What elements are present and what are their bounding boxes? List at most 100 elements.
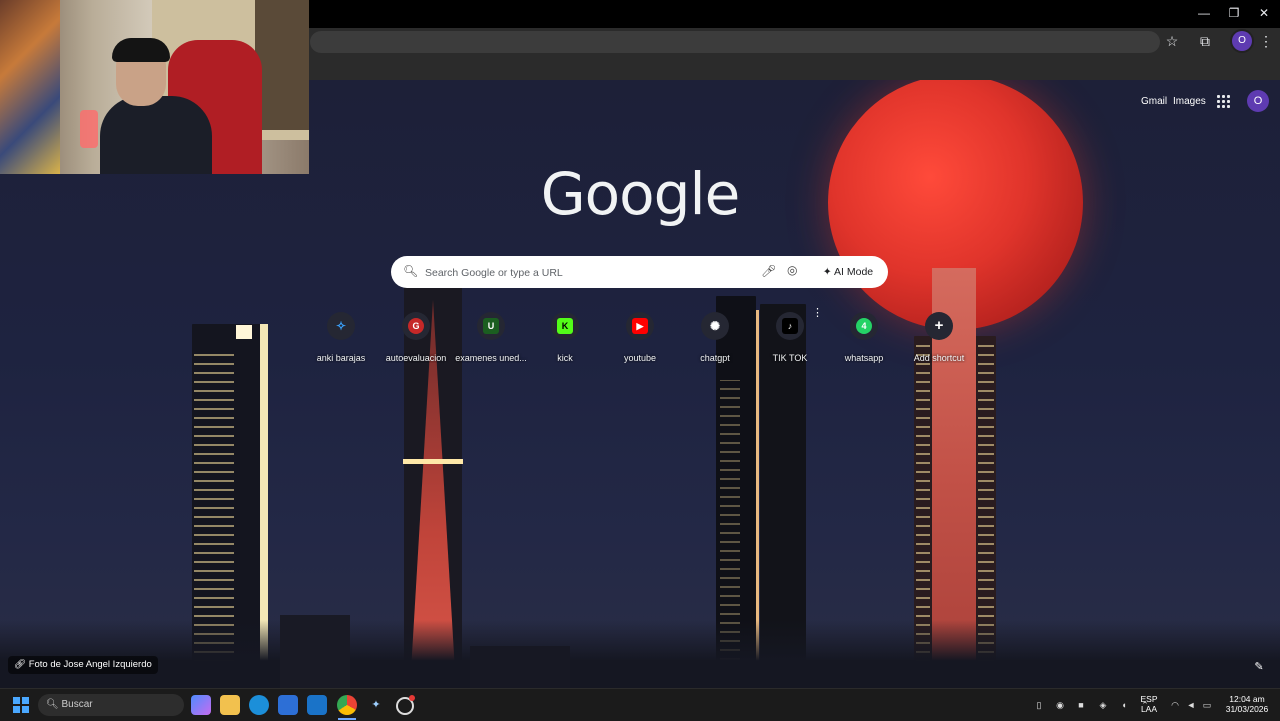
windows-start-icon[interactable]	[13, 697, 29, 713]
link-icon: 🔗︎	[14, 659, 29, 670]
shortcut-label: examenes uned...	[455, 353, 527, 363]
shortcut-icon-circle: ▶	[626, 312, 654, 340]
shortcut-label: anki barajas	[316, 353, 366, 363]
shortcut-icon-circle: ✺	[701, 312, 729, 340]
taskbar-search-label: Buscar	[61, 699, 93, 710]
notification-badge	[409, 695, 415, 701]
nvidia-icon[interactable]: ■	[1074, 698, 1088, 712]
shortcut-tile[interactable]: + Add shortcut	[902, 309, 976, 373]
taskbar-search[interactable]: 🔍︎ Buscar	[38, 694, 184, 716]
uned-icon: U	[483, 318, 499, 334]
clock-date: 31/03/2026	[1225, 704, 1269, 714]
search-icon: 🔍︎	[46, 699, 59, 710]
extensions-icon[interactable]: ⧉	[1194, 30, 1216, 52]
search-input[interactable]	[423, 263, 747, 283]
sparkle-app-icon[interactable]: ✦	[366, 695, 386, 715]
apps-grid-icon[interactable]	[1217, 95, 1231, 109]
language-indicator[interactable]: ESP LAA	[1136, 694, 1162, 714]
address-bar[interactable]	[310, 31, 1160, 53]
store-icon[interactable]	[278, 695, 298, 715]
kebab-menu-icon[interactable]: ⋮	[1255, 30, 1277, 52]
shortcut-icon-circle: ✧	[327, 312, 355, 340]
edge-icon[interactable]	[249, 695, 269, 715]
photo-credit-link[interactable]: 🔗︎ Foto de Jose Angel Izquierdo	[8, 656, 158, 674]
add-icon: +	[934, 317, 944, 334]
search-icon: 🔍︎	[403, 264, 419, 278]
shortcut-icon-circle: K	[551, 312, 579, 340]
webcam-overlay	[0, 0, 309, 174]
shortcut-label: whatsapp	[844, 353, 884, 363]
sparkle-search-icon: ✦	[822, 266, 835, 278]
background-building	[470, 646, 570, 688]
minimize-icon[interactable]: —	[1192, 4, 1216, 22]
webcam-lamp	[80, 110, 98, 148]
lens-icon[interactable]: ◎	[787, 263, 797, 277]
system-clock[interactable]: 12:04 am 31/03/2026	[1222, 694, 1272, 714]
volume-icon[interactable]: ◄	[1184, 698, 1198, 712]
webcam-person-body	[100, 96, 212, 174]
webcam-door	[255, 0, 309, 130]
gmail-link[interactable]: Gmail	[1141, 96, 1167, 107]
shortcut-label: Add shortcut	[913, 353, 965, 363]
language-layout: LAA	[1140, 704, 1158, 714]
google-logo: Google	[540, 160, 741, 228]
webcam-person-hair	[112, 38, 170, 62]
shortcut-label: autoevaluacion	[385, 353, 447, 363]
usb-icon[interactable]: ▯	[1032, 698, 1046, 712]
autoevaluacion-icon: G	[408, 318, 424, 334]
photo-credit-label: Foto de Jose Angel Izquierdo	[28, 659, 152, 670]
clock-time: 12:04 am	[1229, 694, 1265, 704]
shortcut-tile[interactable]: ✺ chatgpt	[678, 309, 752, 373]
shortcut-tile[interactable]: Gautoevaluacion	[379, 309, 453, 373]
background-building	[280, 615, 350, 688]
windows-taskbar: 🔍︎ Buscar ✦ ▯ ◉ ■ ◈ ◖ ⌃ ESP LAA ◠ ◄ ▭ 12…	[0, 688, 1280, 721]
shortcut-tile[interactable]: 4 whatsapp	[827, 309, 901, 373]
tiktok-icon: ♪	[782, 318, 798, 334]
copilot-icon[interactable]	[191, 695, 211, 715]
shortcut-icon-circle: +	[925, 312, 953, 340]
profile-button[interactable]: O	[1232, 31, 1252, 51]
search-box[interactable]: 🔍︎ 🎤︎ ◎ ✦ AI Mode	[391, 256, 888, 288]
ai-mode-label: AI Mode	[834, 266, 874, 278]
whatsapp-icon: 4	[856, 318, 872, 334]
chrome-icon[interactable]	[337, 695, 357, 715]
anki-icon: ✧	[335, 319, 347, 333]
background-tower-lights	[720, 380, 740, 660]
shortcut-label: youtube	[623, 353, 657, 363]
language-code: ESP	[1140, 694, 1158, 704]
restore-icon[interactable]: ❐	[1222, 4, 1246, 22]
mail-icon[interactable]	[307, 695, 327, 715]
microphone-icon[interactable]: 🎤︎	[761, 264, 776, 278]
customize-pencil-icon[interactable]: ✎	[1250, 658, 1268, 676]
close-icon[interactable]: ✕	[1252, 4, 1276, 22]
shield-icon[interactable]: ◈	[1096, 698, 1110, 712]
shortcut-label: chatgpt	[700, 353, 730, 363]
account-avatar[interactable]: O	[1247, 90, 1269, 112]
webcam-poster	[0, 0, 60, 174]
chatgpt-icon: ✺	[709, 319, 721, 333]
youtube-icon: ▶	[632, 318, 648, 334]
file-explorer-icon[interactable]	[220, 695, 240, 715]
shortcut-label: kick	[557, 353, 573, 363]
background-tower-band	[403, 459, 463, 464]
background-city	[0, 620, 1280, 688]
microphone-icon[interactable]: ◖	[1117, 698, 1131, 712]
wifi-icon[interactable]: ◠	[1168, 698, 1182, 712]
shortcut-menu-icon[interactable]: ⋮	[812, 306, 823, 319]
shortcut-icon-circle: G	[402, 312, 430, 340]
background-tower-top	[236, 325, 252, 339]
shortcut-tile[interactable]: Uexamenes uned...	[454, 309, 528, 373]
shortcut-icon-circle: 4	[850, 312, 878, 340]
battery-icon[interactable]: ▭	[1200, 698, 1214, 712]
ai-mode-button[interactable]: ✦ AI Mode	[814, 261, 882, 283]
star-icon[interactable]: ☆	[1161, 30, 1183, 52]
images-link[interactable]: Images	[1173, 96, 1206, 107]
shortcut-icon-circle: U	[477, 312, 505, 340]
shortcut-label: TIK TOK	[772, 353, 808, 363]
shortcut-tile[interactable]: Kkick	[528, 309, 602, 373]
opera-gx-icon[interactable]: ◉	[1053, 698, 1067, 712]
shortcut-tile[interactable]: ▶ youtube	[603, 309, 677, 373]
kick-icon: K	[557, 318, 573, 334]
shortcut-tile[interactable]: ✧ anki barajas	[304, 309, 378, 373]
shortcut-icon-circle: ♪	[776, 312, 804, 340]
